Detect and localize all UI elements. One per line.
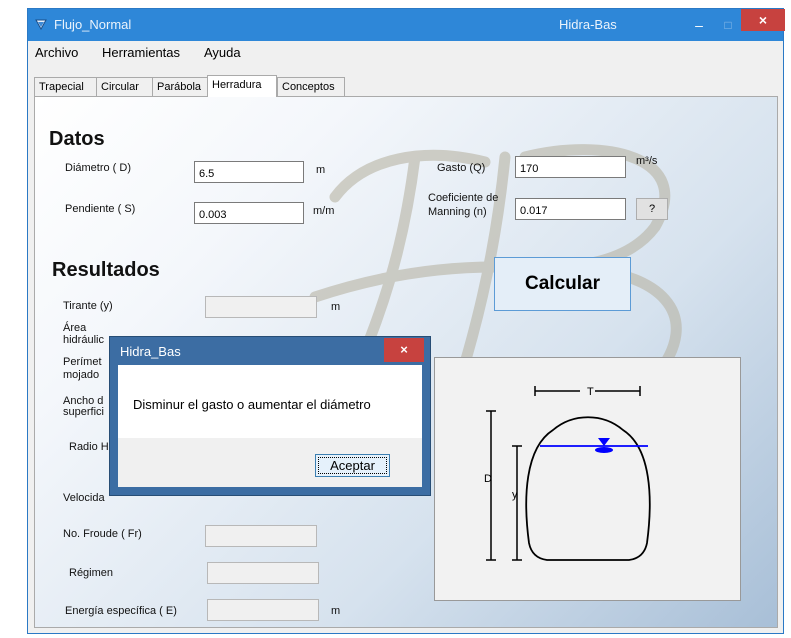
title-bar[interactable]: Flujo_Normal Hidra-Bas – □ ×	[28, 9, 785, 41]
manning-input[interactable]	[515, 198, 626, 220]
pendiente-unit: m/m	[313, 205, 335, 217]
gasto-label: Gasto (Q)	[437, 162, 486, 174]
help-button[interactable]: ?	[636, 198, 668, 220]
tab-circular[interactable]: Circular	[96, 77, 153, 96]
message-dialog: Hidra_Bas × Disminur el gasto o aumentar…	[109, 336, 431, 496]
window-title: Flujo_Normal	[54, 17, 132, 32]
resultados-heading: Resultados	[52, 259, 160, 281]
tab-trapecial[interactable]: Trapecial	[34, 77, 97, 96]
velocidad-label: Velocida	[63, 492, 105, 504]
menu-herramientas[interactable]: Herramientas	[102, 45, 180, 60]
gasto-unit: m³/s	[636, 155, 658, 167]
diametro-input[interactable]	[194, 161, 304, 183]
horseshoe-section-diagram: T D y	[434, 357, 741, 601]
pendiente-input[interactable]	[194, 202, 304, 224]
maximize-button[interactable]: □	[720, 19, 736, 31]
dialog-body: Disminur el gasto o aumentar el diámetro	[118, 365, 422, 438]
menu-archivo[interactable]: Archivo	[35, 45, 78, 60]
tirante-output	[205, 296, 317, 318]
tirante-label: Tirante (y)	[63, 300, 113, 312]
pendiente-label: Pendiente ( S)	[65, 203, 136, 215]
main-window: Flujo_Normal Hidra-Bas – □ × Archivo Her…	[27, 8, 785, 634]
ancho-label-line2: superfici	[63, 406, 104, 418]
app-icon	[35, 19, 47, 30]
close-button[interactable]: ×	[741, 9, 785, 31]
diametro-unit: m	[316, 164, 326, 176]
area-label-line2: hidráulic	[63, 334, 104, 346]
froude-label: No. Froude ( Fr)	[63, 528, 142, 540]
label-y: y	[512, 489, 518, 501]
app-name: Hidra-Bas	[559, 17, 617, 32]
energia-label: Energía específica ( E)	[65, 605, 177, 617]
desktop-left	[0, 0, 27, 638]
datos-heading: Datos	[49, 128, 105, 150]
label-t: T	[587, 386, 594, 398]
menu-ayuda[interactable]: Ayuda	[204, 45, 241, 60]
manning-label-line2: Manning (n)	[428, 206, 487, 218]
calcular-button[interactable]: Calcular	[494, 257, 631, 311]
froude-output	[205, 525, 317, 547]
desktop-top	[0, 0, 791, 8]
energia-unit: m	[331, 605, 341, 617]
dialog-title: Hidra_Bas	[120, 344, 181, 359]
menu-bar: Archivo Herramientas Ayuda	[28, 41, 783, 63]
area-label-line1: Área	[63, 322, 87, 334]
regimen-output	[207, 562, 319, 584]
manning-label-line1: Coeficiente de	[428, 192, 499, 204]
dialog-message: Disminur el gasto o aumentar el diámetro	[133, 397, 371, 412]
label-d: D	[484, 473, 492, 485]
tirante-unit: m	[331, 301, 341, 313]
gasto-input[interactable]	[515, 156, 626, 178]
perimetro-label-line2: mojado	[63, 369, 100, 381]
tab-conceptos[interactable]: Conceptos	[277, 77, 345, 96]
regimen-label: Régimen	[69, 567, 114, 579]
dialog-close-icon[interactable]: ×	[384, 338, 424, 362]
radio-label: Radio H	[69, 441, 109, 453]
section-drawing: T D y	[484, 386, 651, 561]
tab-herradura[interactable]: Herradura	[207, 75, 277, 97]
tab-parabola[interactable]: Parábola	[152, 77, 208, 96]
minimize-button[interactable]: –	[691, 18, 707, 32]
dialog-footer: Aceptar	[118, 438, 422, 487]
perimetro-label-line1: Perímet	[63, 356, 102, 368]
diametro-label: Diámetro ( D)	[65, 162, 132, 174]
aceptar-button[interactable]: Aceptar	[315, 454, 390, 477]
energia-output	[207, 599, 319, 621]
